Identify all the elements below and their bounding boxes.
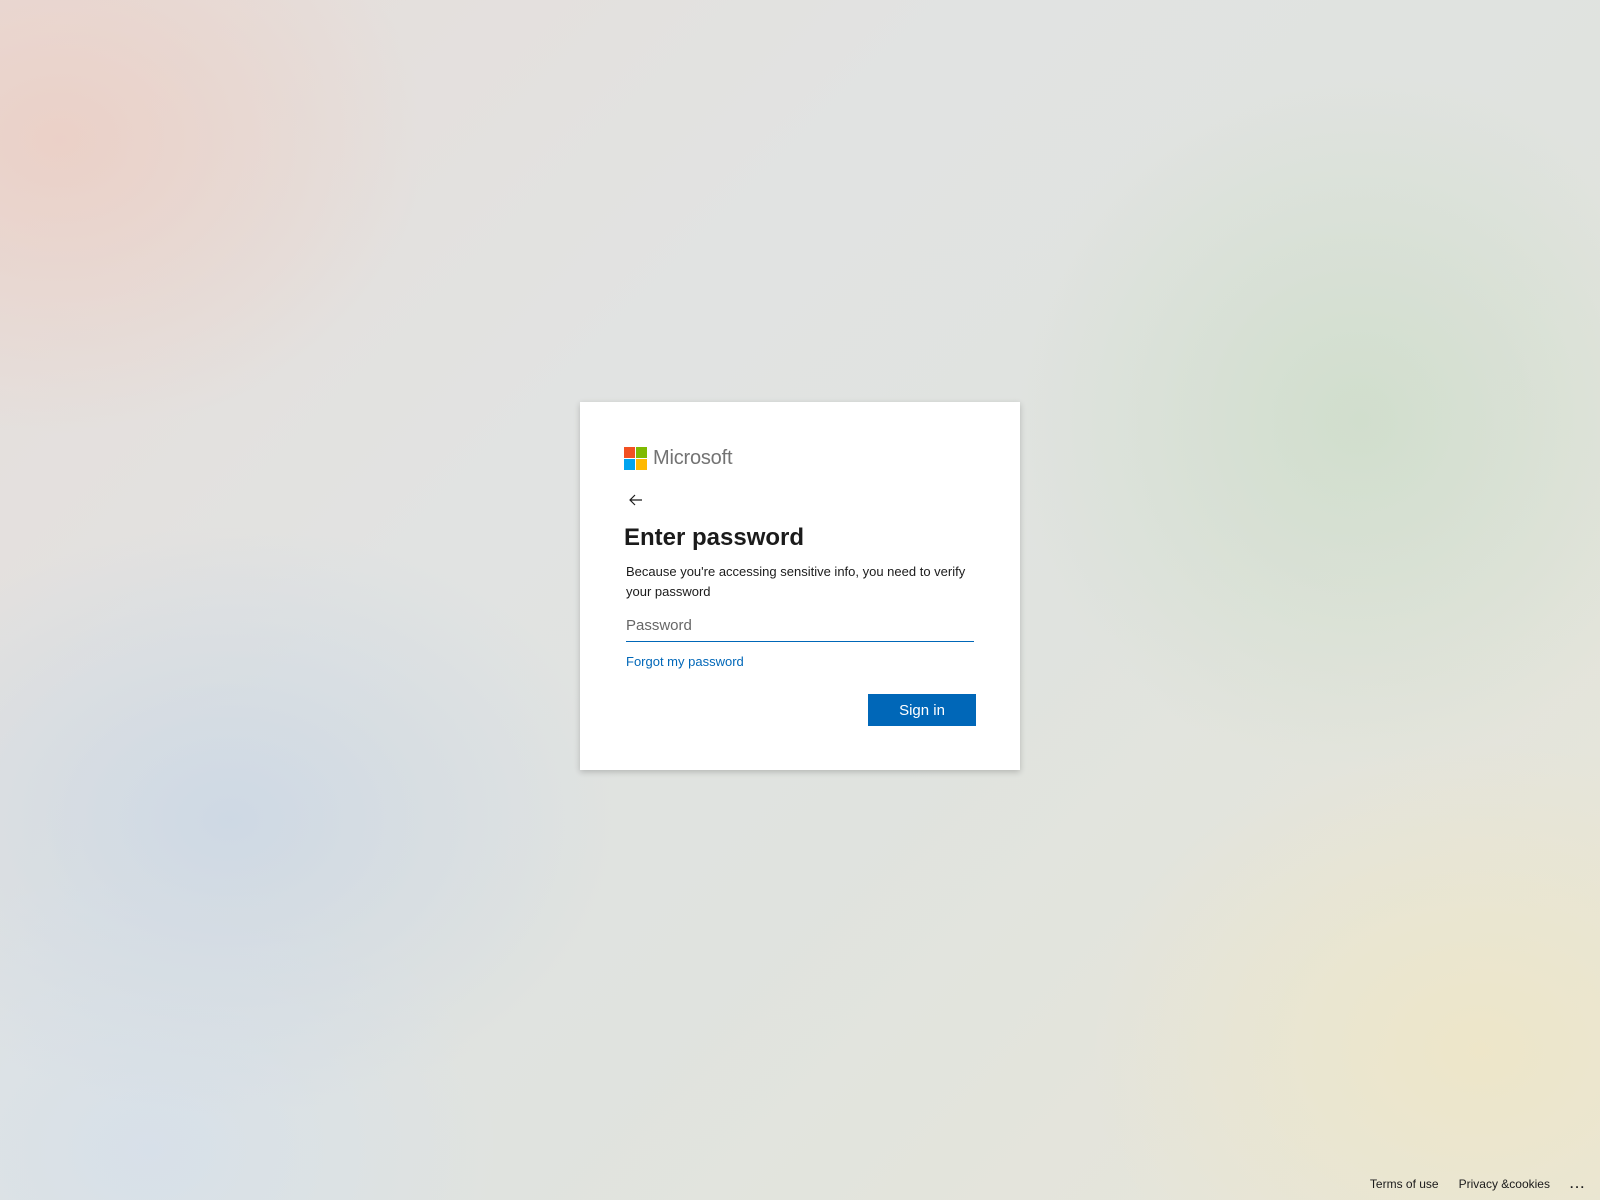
password-input[interactable] xyxy=(626,609,974,642)
signin-card: Microsoft Enter password Because you're … xyxy=(580,402,1020,770)
page-title: Enter password xyxy=(624,524,805,551)
privacy-cookies-link[interactable]: Privacy &cookies xyxy=(1459,1177,1550,1191)
microsoft-logo: Microsoft xyxy=(624,446,733,470)
forgot-password-link[interactable]: Forgot my password xyxy=(626,654,744,669)
arrow-left-icon xyxy=(629,494,642,506)
microsoft-logo-icon xyxy=(624,446,647,470)
password-description: Because you're accessing sensitive info,… xyxy=(626,564,966,599)
brand-name: Microsoft xyxy=(653,447,733,469)
login-page: { "brand": { "name": "Microsoft", "logo_… xyxy=(0,0,1600,1200)
terms-of-use-link[interactable]: Terms of use xyxy=(1370,1177,1439,1191)
more-options-button[interactable]: ... xyxy=(1570,1177,1586,1191)
footer: Terms of use Privacy &cookies ... xyxy=(1350,1176,1586,1192)
sign-in-button[interactable]: Sign in xyxy=(868,694,976,726)
back-button[interactable] xyxy=(624,488,648,512)
